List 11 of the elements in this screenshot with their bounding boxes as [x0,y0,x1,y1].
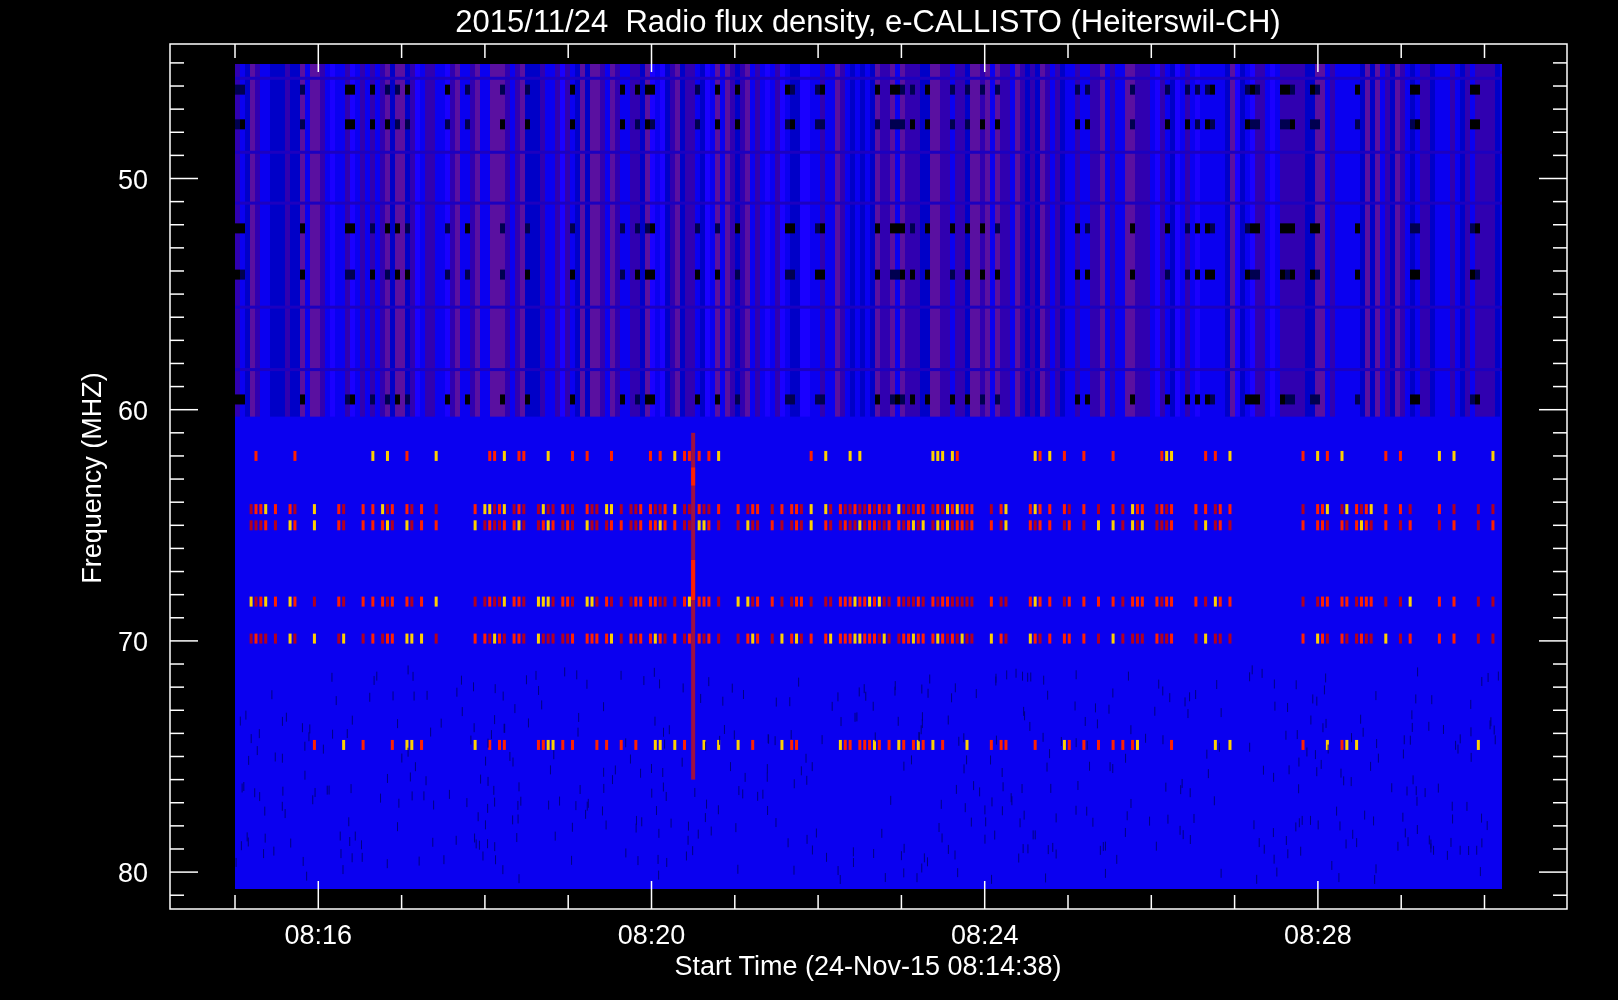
y-tick-label: 80 [117,858,148,889]
x-tick-label: 08:16 [284,920,353,950]
y-tick-label: 70 [117,626,148,657]
x-tick-label: 08:28 [1284,920,1352,950]
y-tick-label: 60 [117,395,148,426]
y-tick-label: 50 [117,164,148,195]
chart-title: 2015/11/24 Radio flux density, e-CALLISTO (Heiterswil-CH) [455,4,1281,39]
y-axis-label: Frequency (MHZ) [77,372,107,584]
x-axis-label: Start Time (24-Nov-15 08:14:38) [674,951,1062,981]
x-tick-label: 08:20 [617,920,686,950]
x-tick-label: 08:24 [950,920,1019,950]
